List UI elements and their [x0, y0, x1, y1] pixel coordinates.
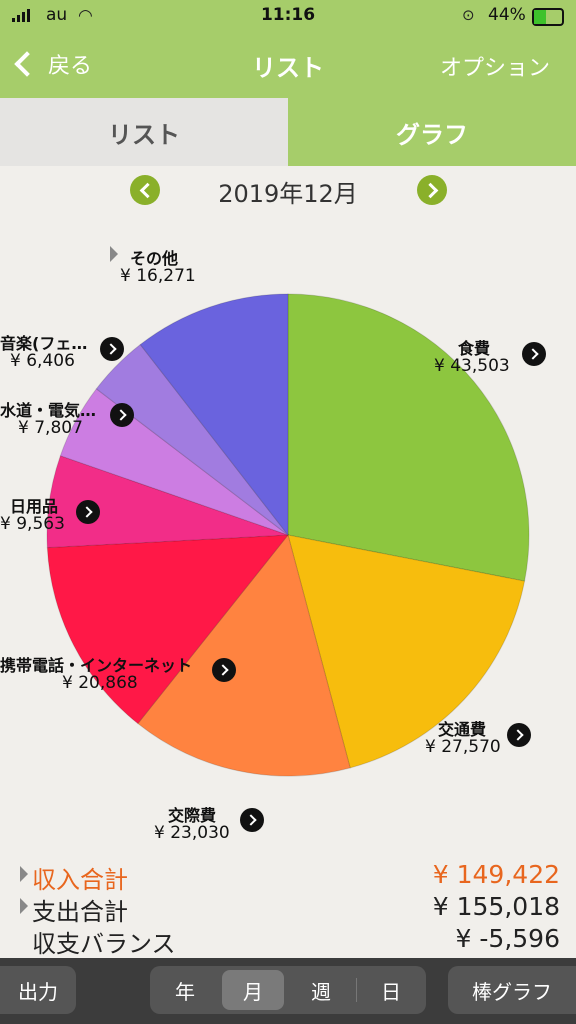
expense-total-value: ¥ 155,018: [432, 892, 560, 921]
income-total-label[interactable]: 収入合計: [32, 860, 128, 895]
chevron-right-icon: [81, 506, 93, 518]
bar-graph-button[interactable]: 棒グラフ: [448, 966, 576, 1014]
bottom-toolbar: 出力 年 月 週 日 棒グラフ: [0, 958, 576, 1024]
income-total-value: ¥ 149,422: [432, 860, 560, 889]
slice-amount-social: ¥ 23,030: [154, 823, 230, 843]
battery-percent: 44%: [488, 5, 526, 25]
slice-amount-transport: ¥ 27,570: [425, 737, 501, 757]
period-day[interactable]: 日: [360, 970, 422, 1010]
segment-divider: [356, 978, 357, 1002]
chevron-right-icon: [115, 409, 127, 421]
period-year[interactable]: 年: [154, 970, 216, 1010]
pie-chart: [46, 293, 530, 777]
slice-amount-daily: ¥ 9,563: [0, 514, 65, 534]
chevron-right-icon: [245, 814, 257, 826]
chevron-right-icon: [527, 348, 539, 360]
disclosure-triangle-icon: [20, 898, 28, 914]
status-bar: au ◠ 11:16 ⊙ 44%: [0, 0, 576, 32]
tab-graph[interactable]: グラフ: [288, 98, 576, 166]
slice-amount-phone: ¥ 20,868: [62, 673, 138, 693]
slice-detail-button-social[interactable]: [240, 808, 264, 832]
chevron-right-icon: [422, 182, 438, 198]
disclosure-triangle-icon: [20, 866, 28, 882]
expense-total-label[interactable]: 支出合計: [32, 892, 128, 927]
slice-amount-other: ¥ 16,271: [120, 266, 196, 286]
balance-label: 収支バランス: [32, 930, 176, 958]
disclosure-triangle-icon: [110, 246, 118, 262]
slice-detail-button-phone[interactable]: [212, 658, 236, 682]
period-week[interactable]: 週: [290, 970, 352, 1010]
rotation-lock-icon: ⊙: [462, 6, 475, 24]
chevron-right-icon: [217, 664, 229, 676]
slice-detail-button-daily[interactable]: [76, 500, 100, 524]
slice-detail-button-transport[interactable]: [507, 723, 531, 747]
slice-detail-button-music[interactable]: [100, 337, 124, 361]
slice-amount-music: ¥ 6,406: [10, 351, 75, 371]
battery-icon: [532, 8, 564, 26]
chevron-right-icon: [512, 729, 524, 741]
pie-slice-0[interactable]: [287, 293, 530, 582]
view-tabs: リスト グラフ: [0, 98, 576, 166]
tab-list[interactable]: リスト: [0, 98, 288, 166]
period-selector: 年 月 週 日: [150, 966, 426, 1014]
export-button[interactable]: 出力: [0, 966, 76, 1014]
balance-value: ¥ -5,596: [455, 924, 560, 953]
slice-amount-utilities: ¥ 7,807: [18, 418, 83, 438]
navigation-bar: 戻る リスト オプション: [0, 32, 576, 98]
chevron-right-icon: [105, 343, 117, 355]
options-button[interactable]: オプション: [440, 50, 550, 82]
slice-amount-food: ¥ 43,503: [434, 356, 510, 376]
slice-detail-button-food[interactable]: [522, 342, 546, 366]
period-month[interactable]: 月: [222, 970, 284, 1010]
slice-detail-button-utilities[interactable]: [110, 403, 134, 427]
